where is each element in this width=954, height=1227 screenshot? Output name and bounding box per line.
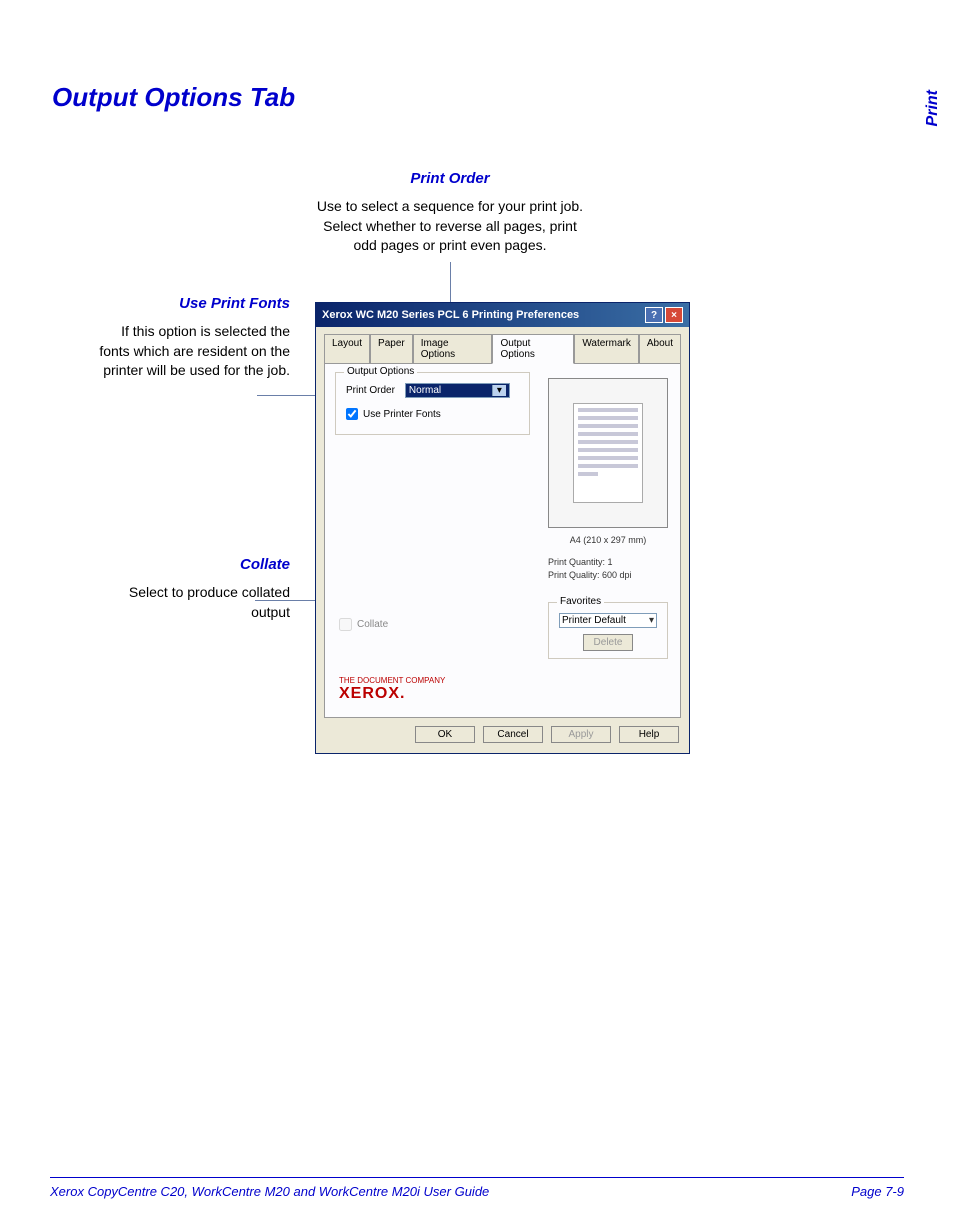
page-title: Output Options Tab	[52, 82, 295, 113]
ok-button[interactable]: OK	[415, 726, 475, 743]
callout-header: Collate	[110, 556, 290, 573]
callout-collate: Collate Select to produce collated outpu…	[110, 556, 290, 622]
close-icon[interactable]: ×	[665, 307, 683, 323]
chevron-down-icon: ▾	[649, 615, 654, 626]
tabs: Layout Paper Image Options Output Option…	[316, 327, 689, 363]
checkbox-label: Use Printer Fonts	[363, 409, 441, 420]
brand-name: XEROX.	[339, 685, 445, 703]
callout-text: If this option is selected the fonts whi…	[90, 322, 290, 381]
favorites-select[interactable]: Printer Default ▾	[559, 613, 657, 628]
tab-image-options[interactable]: Image Options	[413, 334, 493, 364]
callout-use-print-fonts: Use Print Fonts If this option is select…	[90, 295, 290, 381]
print-order-label: Print Order	[346, 385, 395, 396]
delete-button: Delete	[583, 634, 634, 651]
callout-text: Use to select a sequence for your print …	[310, 197, 590, 256]
fieldset-legend: Output Options	[344, 366, 417, 377]
tab-body: Output Options Print Order Normal ▾ Use …	[324, 363, 681, 718]
dialog-title: Xerox WC M20 Series PCL 6 Printing Prefe…	[322, 309, 579, 321]
page-footer: Xerox CopyCentre C20, WorkCentre M20 and…	[50, 1177, 904, 1199]
print-quality-info: Print Quality: 600 dpi	[548, 569, 668, 583]
callout-header: Print Order	[310, 170, 590, 187]
brand-tagline: THE DOCUMENT COMPANY	[339, 676, 445, 685]
checkbox-input[interactable]	[346, 408, 358, 420]
output-options-fieldset: Output Options Print Order Normal ▾ Use …	[335, 372, 530, 435]
tab-layout[interactable]: Layout	[324, 334, 370, 364]
footer-left: Xerox CopyCentre C20, WorkCentre M20 and…	[50, 1184, 489, 1199]
dialog-titlebar: Xerox WC M20 Series PCL 6 Printing Prefe…	[316, 303, 689, 327]
checkbox-label: Collate	[357, 619, 388, 630]
printing-preferences-dialog: Xerox WC M20 Series PCL 6 Printing Prefe…	[315, 302, 690, 754]
preview-box	[548, 378, 668, 528]
callout-print-order: Print Order Use to select a sequence for…	[310, 170, 590, 256]
paper-size-info: A4 (210 x 297 mm)	[548, 534, 668, 548]
favorites-value: Printer Default	[562, 615, 626, 626]
preview-panel: A4 (210 x 297 mm) Print Quantity: 1 Prin…	[548, 378, 668, 583]
print-order-value: Normal	[409, 385, 441, 396]
page-preview-icon	[573, 403, 643, 503]
apply-button: Apply	[551, 726, 611, 743]
help-icon[interactable]: ?	[645, 307, 663, 323]
tab-about[interactable]: About	[639, 334, 681, 364]
dialog-buttons: OK Cancel Apply Help	[316, 726, 689, 753]
cancel-button[interactable]: Cancel	[483, 726, 543, 743]
favorites-legend: Favorites	[557, 596, 604, 607]
collate-checkbox: Collate	[339, 618, 388, 631]
use-printer-fonts-checkbox[interactable]: Use Printer Fonts	[346, 408, 519, 420]
preview-info: A4 (210 x 297 mm) Print Quantity: 1 Prin…	[548, 534, 668, 583]
callout-text: Select to produce collated output	[110, 583, 290, 622]
tab-output-options[interactable]: Output Options	[492, 334, 574, 364]
tab-paper[interactable]: Paper	[370, 334, 413, 364]
brand: THE DOCUMENT COMPANY XEROX.	[339, 676, 445, 703]
help-button[interactable]: Help	[619, 726, 679, 743]
side-section-label: Print	[924, 90, 942, 126]
favorites-fieldset: Favorites Printer Default ▾ Delete	[548, 602, 668, 659]
print-order-select[interactable]: Normal ▾	[405, 383, 510, 398]
print-quantity-info: Print Quantity: 1	[548, 556, 668, 570]
tab-watermark[interactable]: Watermark	[574, 334, 639, 364]
callout-header: Use Print Fonts	[90, 295, 290, 312]
chevron-down-icon: ▾	[492, 385, 506, 396]
checkbox-input	[339, 618, 352, 631]
footer-right: Page 7-9	[851, 1184, 904, 1199]
